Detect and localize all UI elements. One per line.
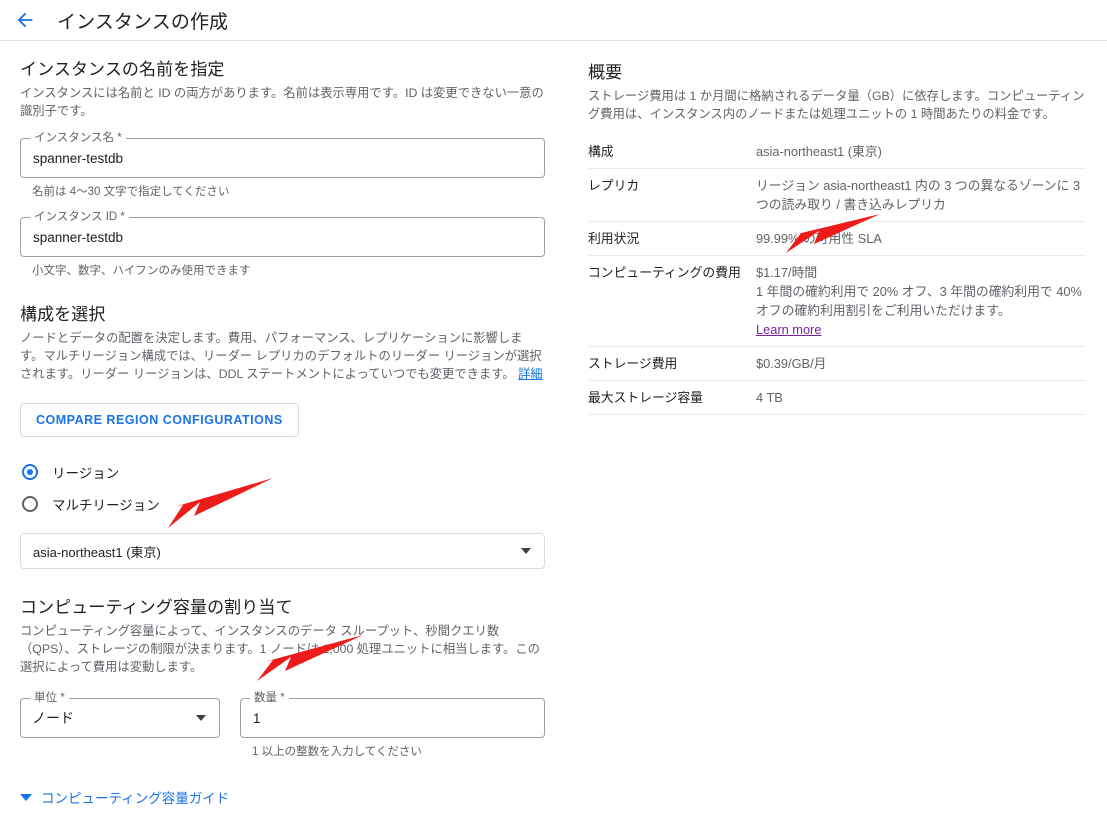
radio-region[interactable]: リージョン (20, 459, 545, 485)
page-header: インスタンスの作成 (0, 0, 1107, 41)
config-details-link[interactable]: 詳細 (518, 367, 543, 381)
learn-more-link[interactable]: Learn more (756, 322, 821, 337)
form-column: インスタンスの名前を指定 インスタンスには名前と ID の両方があります。名前は… (20, 55, 545, 817)
instance-id-field[interactable]: インスタンス ID * (20, 210, 545, 257)
config-description-text: ノードとデータの配置を決定します。費用、パフォーマンス、レプリケーションに影響し… (20, 331, 542, 381)
create-instance-page: インスタンスの作成 インスタンスの名前を指定 インスタンスには名前と ID の両… (0, 0, 1107, 817)
unit-select-label: 単位 * (30, 691, 69, 705)
unit-select[interactable]: 単位 * ノード (20, 691, 220, 738)
radio-region-mark (22, 464, 38, 480)
table-row: 最大ストレージ容量 4 TB (588, 380, 1085, 415)
compute-cost-value: $1.17/時間 (756, 265, 818, 280)
node-count-field[interactable]: 数量 * (240, 691, 545, 738)
summary-value: asia-northeast1 (東京) (756, 135, 1085, 169)
chevron-down-icon (20, 793, 32, 801)
instance-name-field[interactable]: インスタンス名 * (20, 131, 545, 178)
node-count-wrapper: 数量 * 1 以上の整数を入力してください (240, 691, 545, 759)
instance-id-hint: 小文字、数字、ハイフンのみ使用できます (32, 265, 251, 277)
config-section-description: ノードとデータの配置を決定します。費用、パフォーマンス、レプリケーションに影響し… (20, 329, 545, 383)
compute-capacity-guide-label: コンピューティング容量ガイド (41, 791, 230, 806)
table-row: 利用状況 99.99% の可用性 SLA (588, 221, 1085, 256)
summary-key: 最大ストレージ容量 (588, 380, 756, 415)
radio-multiregion[interactable]: マルチリージョン (20, 491, 545, 517)
summary-key: 利用状況 (588, 221, 756, 256)
radio-multiregion-label: マルチリージョン (52, 498, 160, 513)
summary-value: リージョン asia-northeast1 内の 3 つの異なるゾーンに 3 つ… (756, 168, 1085, 222)
compute-cost-cell: $1.17/時間 1 年間の確約利用で 20% オフ、3 年間の確約利用で 40… (756, 255, 1085, 347)
compute-cost-note: 1 年間の確約利用で 20% オフ、3 年間の確約利用で 40% オフの確約利用… (756, 284, 1082, 318)
compute-capacity-guide-expander[interactable]: コンピューティング容量ガイド (20, 787, 545, 807)
config-type-radio-group: リージョン マルチリージョン (20, 459, 545, 517)
capacity-controls: 単位 * ノード 数量 * 1 以上の整数を入力してください (20, 691, 545, 759)
config-section-title: 構成を選択 (20, 305, 106, 324)
summary-key: 構成 (588, 135, 756, 169)
name-section-description: インスタンスには名前と ID の両方があります。名前は表示専用です。ID は変更… (20, 86, 544, 118)
table-row: コンピューティングの費用 $1.17/時間 1 年間の確約利用で 20% オフ、… (588, 255, 1085, 347)
chevron-down-icon (196, 715, 206, 721)
unit-select-wrapper: 単位 * ノード (20, 691, 220, 759)
instance-id-input[interactable] (22, 219, 543, 255)
region-select[interactable]: asia-northeast1 (東京) (20, 533, 545, 569)
summary-value: 4 TB (756, 380, 1085, 415)
summary-value: $0.39/GB/月 (756, 346, 1085, 381)
chevron-down-icon (521, 548, 531, 554)
summary-key: ストレージ費用 (588, 346, 756, 381)
name-section-title: インスタンスの名前を指定 (20, 60, 225, 79)
radio-multiregion-mark (22, 496, 38, 512)
table-row: 構成 asia-northeast1 (東京) (588, 135, 1085, 169)
back-arrow-icon[interactable] (10, 5, 40, 35)
node-count-input[interactable] (242, 700, 543, 736)
page-title: インスタンスの作成 (57, 11, 229, 33)
summary-key: レプリカ (588, 168, 756, 222)
compare-region-configurations-button[interactable]: COMPARE REGION CONFIGURATIONS (20, 403, 299, 437)
table-row: レプリカ リージョン asia-northeast1 内の 3 つの異なるゾーン… (588, 168, 1085, 222)
table-row: ストレージ費用 $0.39/GB/月 (588, 346, 1085, 381)
summary-description: ストレージ費用は 1 か月間に格納されるデータ量（GB）に依存します。コンピュー… (588, 89, 1085, 121)
instance-name-hint: 名前は 4〜30 文字で指定してください (32, 186, 230, 198)
instance-name-input[interactable] (22, 140, 543, 176)
unit-select-value: ノード (32, 710, 74, 726)
capacity-section-description: コンピューティング容量によって、インスタンスのデータ スループット、秒間クエリ数… (20, 624, 540, 674)
region-select-value: asia-northeast1 (東京) (33, 544, 161, 560)
radio-region-label: リージョン (52, 466, 120, 481)
summary-column: 概要 ストレージ費用は 1 か月間に格納されるデータ量（GB）に依存します。コン… (588, 58, 1085, 415)
summary-value: 99.99% の可用性 SLA (756, 221, 1085, 256)
capacity-section-title: コンピューティング容量の割り当て (20, 598, 293, 617)
node-count-hint: 1 以上の整数を入力してください (252, 746, 422, 758)
summary-key: コンピューティングの費用 (588, 255, 756, 347)
summary-title: 概要 (588, 63, 623, 82)
summary-table: 構成 asia-northeast1 (東京) レプリカ リージョン asia-… (588, 135, 1085, 415)
